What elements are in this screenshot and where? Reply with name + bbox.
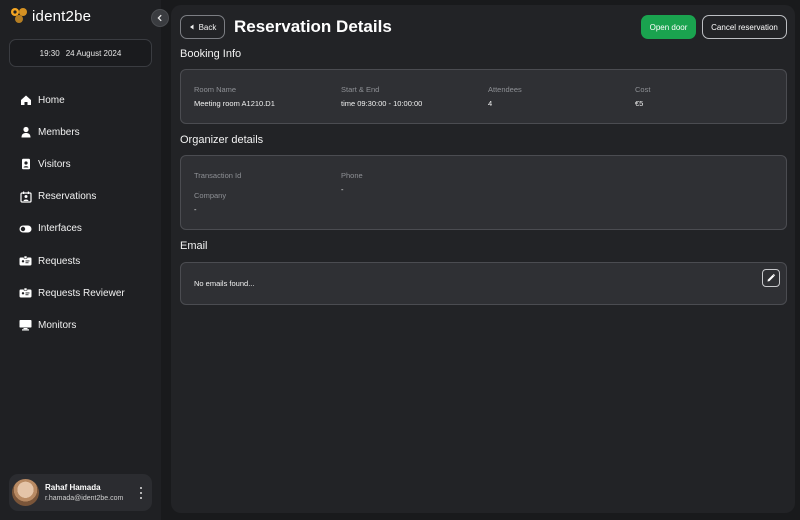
cancel-reservation-button[interactable]: Cancel reservation: [702, 15, 787, 39]
phone-value: -: [341, 185, 344, 194]
room-name-field: Room Name Meeting room A1210.D1: [194, 85, 275, 108]
time-text: 19:30: [39, 48, 60, 58]
date-text: 24 August 2024: [65, 48, 122, 58]
sidebar-item-home[interactable]: Home: [0, 84, 161, 116]
email-title: Email: [180, 240, 208, 252]
company-value: -: [194, 205, 197, 214]
start-end-label: Start & End: [341, 85, 380, 94]
sidebar-item-label: Home: [38, 94, 65, 106]
sidebar-item-label: Monitors: [38, 319, 77, 331]
room-name-label: Room Name: [194, 85, 237, 94]
more-options-icon[interactable]: [138, 487, 144, 499]
avatar: [12, 479, 39, 506]
attendees-label: Attendees: [488, 85, 522, 94]
email-card: No emails found...: [180, 262, 787, 305]
organizer-details-title: Organizer details: [180, 134, 264, 146]
sidebar-item-reservations[interactable]: Reservations: [0, 181, 161, 213]
sidebar-item-requests-reviewer[interactable]: Requests Reviewer: [0, 277, 161, 309]
cost-value: €5: [635, 99, 644, 108]
attendees-field: Attendees 4: [488, 85, 522, 108]
sidebar-item-label: Visitors: [38, 158, 71, 170]
home-icon: [19, 94, 32, 107]
reservations-icon: [19, 190, 32, 203]
cost-label: Cost: [635, 85, 651, 94]
sidebar-item-members[interactable]: Members: [0, 116, 161, 148]
company-label: Company: [194, 191, 227, 200]
sidebar-item-label: Requests: [38, 255, 81, 267]
back-button[interactable]: Back: [180, 15, 225, 39]
user-profile-card[interactable]: Rahaf Hamada r.hamada@ident2be.com: [9, 474, 152, 511]
transaction-id-label: Transaction Id: [194, 171, 242, 180]
open-door-button[interactable]: Open door: [641, 15, 696, 39]
booking-info-title: Booking Info: [180, 48, 242, 60]
id-card-review-icon: [19, 287, 32, 300]
user-email: r.hamada@ident2be.com: [45, 495, 124, 502]
edit-email-button[interactable]: [762, 269, 780, 287]
visitor-badge-icon: [19, 158, 32, 171]
user-name: Rahaf Hamada: [45, 483, 101, 492]
sidebar-item-label: Requests Reviewer: [38, 287, 125, 299]
start-end-field: Start & End time 09:30:00 - 10:00:00: [341, 85, 422, 108]
sidebar-nav: Home Members Visitors Reservations Inter…: [0, 84, 161, 342]
attendees-value: 4: [488, 99, 493, 108]
sidebar-item-label: Reservations: [38, 191, 97, 203]
sidebar-item-label: Members: [38, 126, 80, 138]
sidebar-item-interfaces[interactable]: Interfaces: [0, 213, 161, 245]
user-info: Rahaf Hamada r.hamada@ident2be.com: [45, 483, 123, 502]
sidebar-item-requests[interactable]: Requests: [0, 245, 161, 277]
phone-label: Phone: [341, 171, 363, 180]
person-icon: [19, 126, 32, 139]
id-card-icon: [19, 255, 32, 268]
booking-info-card: Room Name Meeting room A1210.D1 Start & …: [180, 69, 787, 124]
caret-left-icon: [189, 24, 194, 30]
collapse-sidebar-button[interactable]: [151, 9, 169, 27]
phone-field: Phone -: [341, 171, 363, 194]
chevron-left-icon: [157, 14, 162, 22]
transaction-id-field: Transaction Id: [194, 171, 241, 180]
company-field: Company -: [194, 191, 226, 214]
sidebar-item-monitors[interactable]: Monitors: [0, 309, 161, 341]
main-panel: Back Reservation Details Open door Cance…: [171, 5, 795, 513]
datetime-display: 19:30 24 August 2024: [9, 39, 152, 67]
no-emails-message: No emails found...: [194, 279, 255, 288]
sidebar: ident2be 19:30 24 August 2024 Home Membe…: [0, 0, 161, 520]
sidebar-item-label: Interfaces: [38, 223, 82, 235]
room-name-value: Meeting room A1210.D1: [194, 99, 275, 108]
toggle-icon: [19, 222, 32, 235]
monitor-icon: [19, 319, 32, 332]
start-end-value: time 09:30:00 - 10:00:00: [341, 99, 423, 108]
pencil-icon: [767, 273, 776, 282]
sidebar-item-visitors[interactable]: Visitors: [0, 148, 161, 180]
cost-field: Cost €5: [635, 85, 650, 108]
page-title: Reservation Details: [234, 17, 392, 36]
back-button-label: Back: [198, 22, 217, 32]
organizer-details-card: Transaction Id Phone - Company -: [180, 155, 787, 230]
logo: ident2be: [9, 6, 91, 26]
logo-text: ident2be: [32, 7, 92, 25]
logo-icon: [11, 8, 27, 23]
